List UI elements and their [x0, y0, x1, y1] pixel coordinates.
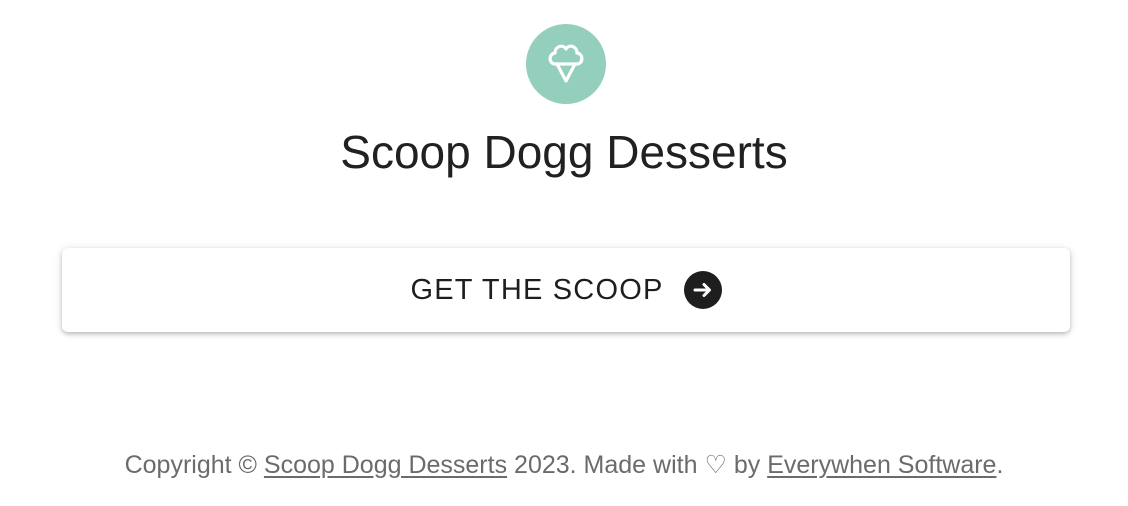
footer-middle-text: 2023. Made with: [514, 451, 698, 479]
brand-link[interactable]: Scoop Dogg Desserts: [264, 451, 507, 479]
footer-suffix: .: [996, 451, 1004, 479]
arrow-right-circle-icon: [683, 271, 722, 309]
copyright-prefix: Copyright ©: [124, 451, 257, 479]
footer-by-text: by: [733, 451, 761, 479]
landing-page: Scoop Dogg Desserts GET THE SCOOP Copyri…: [0, 0, 1128, 506]
cta-label: GET THE SCOOP: [410, 273, 664, 306]
ice-cream-icon: [544, 40, 588, 88]
logo: [526, 24, 606, 104]
heart-icon: ♡: [704, 451, 727, 479]
company-link[interactable]: Everywhen Software: [767, 451, 996, 479]
get-the-scoop-button[interactable]: GET THE SCOOP: [62, 248, 1070, 332]
footer: Copyright © Scoop Dogg Desserts 2023. Ma…: [0, 448, 1128, 482]
page-title: Scoop Dogg Desserts: [340, 126, 788, 178]
